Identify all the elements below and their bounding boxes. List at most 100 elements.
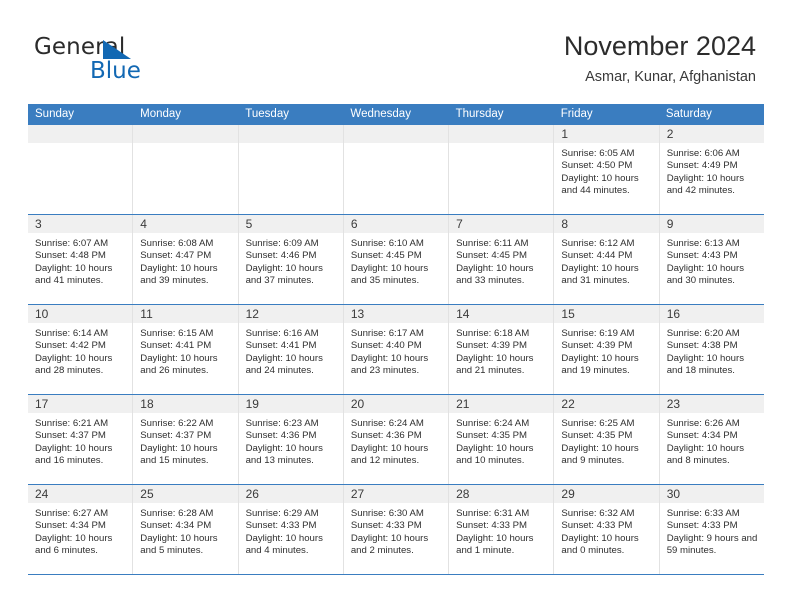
sunrise-text: Sunrise: 6:20 AM xyxy=(666,328,740,339)
sunrise-text: Sunrise: 6:30 AM xyxy=(350,508,424,519)
sunrise-text: Sunrise: 6:28 AM xyxy=(140,508,214,519)
daylight-text: Daylight: 10 hours and 33 minutes. xyxy=(456,262,534,286)
weekday-sunday: Sunday xyxy=(35,108,75,120)
day-info: Sunrise: 6:16 AM Sunset: 4:41 PM Dayligh… xyxy=(239,323,343,377)
day-cell[interactable]: 28 Sunrise: 6:31 AM Sunset: 4:33 PM Dayl… xyxy=(449,485,555,574)
sunrise-text: Sunrise: 6:05 AM xyxy=(561,148,635,159)
day-cell[interactable] xyxy=(28,125,134,214)
day-number: 6 xyxy=(343,215,449,233)
day-cell[interactable]: 17 Sunrise: 6:21 AM Sunset: 4:37 PM Dayl… xyxy=(28,395,134,484)
sunrise-text: Sunrise: 6:23 AM xyxy=(245,418,319,429)
day-number xyxy=(238,125,343,143)
sunset-text: Sunset: 4:33 PM xyxy=(350,520,422,532)
sunrise-text: Sunrise: 6:15 AM xyxy=(140,328,214,339)
daylight-text: Daylight: 10 hours and 41 minutes. xyxy=(35,262,113,286)
day-number: 27 xyxy=(343,485,449,503)
day-cell[interactable] xyxy=(343,125,450,214)
day-info: Sunrise: 6:29 AM Sunset: 4:33 PM Dayligh… xyxy=(239,503,343,557)
day-cell[interactable]: 10 Sunrise: 6:14 AM Sunset: 4:42 PM Dayl… xyxy=(28,305,134,394)
sunset-text: Sunset: 4:44 PM xyxy=(561,250,633,262)
sunset-text: Sunset: 4:36 PM xyxy=(245,430,317,442)
day-number: 26 xyxy=(238,485,343,503)
day-cell[interactable]: 30 Sunrise: 6:33 AM Sunset: 4:33 PM Dayl… xyxy=(659,485,764,574)
weekday-wednesday: Wednesday xyxy=(350,108,411,120)
day-cell[interactable]: 8 Sunrise: 6:12 AM Sunset: 4:44 PM Dayli… xyxy=(554,215,660,304)
sunrise-text: Sunrise: 6:16 AM xyxy=(245,328,319,339)
day-number: 24 xyxy=(28,485,133,503)
day-cell[interactable]: 27 Sunrise: 6:30 AM Sunset: 4:33 PM Dayl… xyxy=(343,485,450,574)
day-cell[interactable]: 12 Sunrise: 6:16 AM Sunset: 4:41 PM Dayl… xyxy=(238,305,344,394)
weekday-header-row: Sunday Monday Tuesday Wednesday Thursday… xyxy=(28,104,764,125)
day-number: 17 xyxy=(28,395,133,413)
daylight-text: Daylight: 9 hours and 59 minutes. xyxy=(666,532,758,556)
day-cell[interactable]: 25 Sunrise: 6:28 AM Sunset: 4:34 PM Dayl… xyxy=(133,485,239,574)
daylight-text: Daylight: 10 hours and 4 minutes. xyxy=(245,532,323,556)
day-cell[interactable]: 14 Sunrise: 6:18 AM Sunset: 4:39 PM Dayl… xyxy=(449,305,555,394)
day-cell[interactable]: 9 Sunrise: 6:13 AM Sunset: 4:43 PM Dayli… xyxy=(659,215,764,304)
sunrise-text: Sunrise: 6:10 AM xyxy=(350,238,424,249)
day-number: 28 xyxy=(449,485,554,503)
calendar-week-row: 24 Sunrise: 6:27 AM Sunset: 4:34 PM Dayl… xyxy=(28,485,764,575)
sunset-text: Sunset: 4:47 PM xyxy=(140,250,212,262)
day-cell[interactable]: 6 Sunrise: 6:10 AM Sunset: 4:45 PM Dayli… xyxy=(343,215,450,304)
day-number: 30 xyxy=(659,485,764,503)
day-info: Sunrise: 6:14 AM Sunset: 4:42 PM Dayligh… xyxy=(28,323,132,377)
day-cell[interactable]: 19 Sunrise: 6:23 AM Sunset: 4:36 PM Dayl… xyxy=(238,395,344,484)
day-info: Sunrise: 6:08 AM Sunset: 4:47 PM Dayligh… xyxy=(133,233,237,287)
day-cell[interactable]: 4 Sunrise: 6:08 AM Sunset: 4:47 PM Dayli… xyxy=(133,215,239,304)
day-number: 3 xyxy=(28,215,133,233)
day-number: 4 xyxy=(133,215,238,233)
sunset-text: Sunset: 4:34 PM xyxy=(666,430,738,442)
calendar-grid: Sunday Monday Tuesday Wednesday Thursday… xyxy=(28,104,764,575)
day-cell[interactable]: 2 Sunrise: 6:06 AM Sunset: 4:49 PM Dayli… xyxy=(659,125,764,214)
generalblue-logo[interactable]: General Blue xyxy=(34,34,214,86)
day-info: Sunrise: 6:33 AM Sunset: 4:33 PM Dayligh… xyxy=(660,503,764,557)
daylight-text: Daylight: 10 hours and 24 minutes. xyxy=(245,352,323,376)
daylight-text: Daylight: 10 hours and 6 minutes. xyxy=(35,532,113,556)
sunrise-text: Sunrise: 6:25 AM xyxy=(561,418,635,429)
sunrise-text: Sunrise: 6:31 AM xyxy=(456,508,530,519)
calendar-week-row: 1 Sunrise: 6:05 AM Sunset: 4:50 PM Dayli… xyxy=(28,125,764,215)
day-cell[interactable]: 18 Sunrise: 6:22 AM Sunset: 4:37 PM Dayl… xyxy=(133,395,239,484)
daylight-text: Daylight: 10 hours and 18 minutes. xyxy=(666,352,745,376)
sunset-text: Sunset: 4:33 PM xyxy=(456,520,528,532)
day-cell[interactable] xyxy=(449,125,555,214)
day-info: Sunrise: 6:26 AM Sunset: 4:34 PM Dayligh… xyxy=(660,413,764,467)
day-cell[interactable]: 1 Sunrise: 6:05 AM Sunset: 4:50 PM Dayli… xyxy=(554,125,660,214)
sunset-text: Sunset: 4:45 PM xyxy=(456,250,528,262)
sunrise-text: Sunrise: 6:22 AM xyxy=(140,418,214,429)
day-cell[interactable]: 3 Sunrise: 6:07 AM Sunset: 4:48 PM Dayli… xyxy=(28,215,134,304)
day-cell[interactable]: 16 Sunrise: 6:20 AM Sunset: 4:38 PM Dayl… xyxy=(659,305,764,394)
day-cell[interactable]: 26 Sunrise: 6:29 AM Sunset: 4:33 PM Dayl… xyxy=(238,485,344,574)
daylight-text: Daylight: 10 hours and 19 minutes. xyxy=(561,352,639,376)
day-info: Sunrise: 6:06 AM Sunset: 4:49 PM Dayligh… xyxy=(660,143,764,197)
day-cell[interactable]: 15 Sunrise: 6:19 AM Sunset: 4:39 PM Dayl… xyxy=(554,305,660,394)
weekday-tuesday: Tuesday xyxy=(245,108,289,120)
sunset-text: Sunset: 4:49 PM xyxy=(666,160,738,172)
day-cell[interactable] xyxy=(238,125,344,214)
daylight-text: Daylight: 10 hours and 44 minutes. xyxy=(561,172,639,196)
daylight-text: Daylight: 10 hours and 13 minutes. xyxy=(245,442,323,466)
sunset-text: Sunset: 4:41 PM xyxy=(140,340,212,352)
day-info: Sunrise: 6:20 AM Sunset: 4:38 PM Dayligh… xyxy=(660,323,764,377)
day-cell[interactable]: 21 Sunrise: 6:24 AM Sunset: 4:35 PM Dayl… xyxy=(449,395,555,484)
day-cell[interactable]: 11 Sunrise: 6:15 AM Sunset: 4:41 PM Dayl… xyxy=(133,305,239,394)
day-cell[interactable]: 22 Sunrise: 6:25 AM Sunset: 4:35 PM Dayl… xyxy=(554,395,660,484)
sunset-text: Sunset: 4:33 PM xyxy=(561,520,633,532)
day-cell[interactable]: 13 Sunrise: 6:17 AM Sunset: 4:40 PM Dayl… xyxy=(343,305,450,394)
day-cell[interactable]: 24 Sunrise: 6:27 AM Sunset: 4:34 PM Dayl… xyxy=(28,485,134,574)
sunset-text: Sunset: 4:37 PM xyxy=(35,430,106,442)
day-cell[interactable]: 23 Sunrise: 6:26 AM Sunset: 4:34 PM Dayl… xyxy=(659,395,764,484)
daylight-text: Daylight: 10 hours and 39 minutes. xyxy=(140,262,218,286)
sunset-text: Sunset: 4:42 PM xyxy=(35,340,106,352)
day-number: 29 xyxy=(554,485,659,503)
day-cell[interactable]: 7 Sunrise: 6:11 AM Sunset: 4:45 PM Dayli… xyxy=(449,215,555,304)
day-cell[interactable]: 29 Sunrise: 6:32 AM Sunset: 4:33 PM Dayl… xyxy=(554,485,660,574)
day-number: 18 xyxy=(133,395,238,413)
day-cell[interactable]: 5 Sunrise: 6:09 AM Sunset: 4:46 PM Dayli… xyxy=(238,215,344,304)
weekday-thursday: Thursday xyxy=(455,108,504,120)
day-cell[interactable]: 20 Sunrise: 6:24 AM Sunset: 4:36 PM Dayl… xyxy=(343,395,450,484)
day-cell[interactable] xyxy=(133,125,239,214)
daylight-text: Daylight: 10 hours and 35 minutes. xyxy=(350,262,429,286)
day-number: 22 xyxy=(554,395,659,413)
